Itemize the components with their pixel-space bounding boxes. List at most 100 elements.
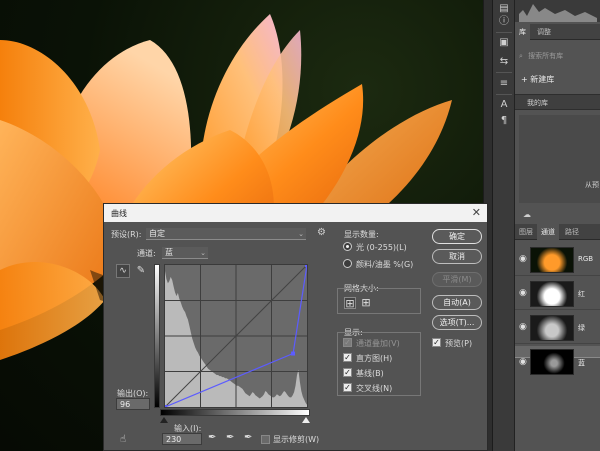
curve-graph[interactable] xyxy=(163,263,309,409)
channel-thumbnail xyxy=(530,281,574,307)
divider xyxy=(496,72,512,73)
preview-checkbox[interactable]: ✓ xyxy=(432,338,441,347)
eye-icon[interactable]: ◉ xyxy=(519,288,527,298)
tab-adjustments[interactable]: 调整 xyxy=(533,24,555,40)
channel-thumbnail xyxy=(530,247,574,273)
eyedropper-white-icon[interactable]: ✒ xyxy=(244,432,252,443)
info-icon[interactable]: ⓘ xyxy=(497,15,511,29)
plus-icon: + xyxy=(521,75,528,84)
baseline-checkbox[interactable]: ✓ xyxy=(343,368,352,377)
input-field[interactable]: 230 xyxy=(162,433,202,445)
properties-icon[interactable]: ≡ xyxy=(497,77,511,91)
channels-tabs: 图层 通道 路径 xyxy=(515,224,600,240)
pigment-radio[interactable] xyxy=(343,259,352,268)
curve-canvas[interactable] xyxy=(163,263,309,409)
grid-detailed-icon[interactable]: ⊞ xyxy=(360,297,372,309)
histogram-checkbox[interactable]: ✓ xyxy=(343,353,352,362)
input-value: 230 xyxy=(166,435,182,444)
library-hint-text: 从预 xyxy=(585,181,599,189)
adjustments-icon[interactable]: ⇆ xyxy=(497,55,511,69)
show-clipping-label: 显示修剪(W) xyxy=(273,435,320,444)
output-field[interactable]: 96 xyxy=(116,398,150,410)
histogram-label: 直方图(H) xyxy=(356,354,393,363)
brush-settings-icon[interactable]: ▣ xyxy=(497,36,511,50)
tab-library[interactable]: 库 xyxy=(515,24,530,40)
preset-select[interactable]: 自定 ⌄ xyxy=(146,228,306,240)
gear-icon[interactable]: ⚙ xyxy=(317,227,326,238)
dialog-title: 曲线 xyxy=(111,209,127,218)
new-library-label: 新建库 xyxy=(530,75,555,84)
pencil-icon[interactable]: ✎ xyxy=(134,264,148,278)
channel-row-green[interactable]: ◉ 绿 xyxy=(515,312,600,344)
preset-label: 预设(R): xyxy=(111,230,142,239)
channel-overlay-checkbox[interactable]: ✓ xyxy=(343,338,352,347)
channel-select[interactable]: 蓝 ⌄ xyxy=(162,247,208,259)
divider xyxy=(496,94,512,95)
search-input[interactable]: 搜索所有库 xyxy=(528,52,563,60)
channel-row-red[interactable]: ◉ 红 xyxy=(515,278,600,310)
channel-name: 蓝 xyxy=(578,359,585,367)
light-option-label: 光 (0-255)(L) xyxy=(356,243,407,252)
character-icon[interactable]: A xyxy=(497,98,511,112)
my-library-label: 我的库 xyxy=(527,99,548,107)
targeted-adjustment-icon[interactable]: ☝ xyxy=(116,433,130,447)
preview-label: 预览(P) xyxy=(445,339,473,348)
smooth-button[interactable]: 平滑(M) xyxy=(432,272,482,287)
cancel-button[interactable]: 取消 xyxy=(432,249,482,264)
chevron-down-icon: ⌄ xyxy=(200,249,206,257)
eye-icon[interactable]: ◉ xyxy=(519,356,527,368)
right-panels: 库 调整 ⌕ 搜索所有库 + 新建库 我的库 从预 ☁ 图层 通道 路径 ◉ R… xyxy=(515,0,600,451)
black-point-slider[interactable] xyxy=(160,417,168,423)
channel-label: 通道: xyxy=(137,249,156,258)
pigment-option-label: 颜料/油墨 %(G) xyxy=(356,260,414,269)
paragraph-icon[interactable]: ¶ xyxy=(497,114,511,128)
output-value: 96 xyxy=(120,400,131,409)
dialog-titlebar[interactable]: 曲线 ✕ xyxy=(104,204,487,222)
eye-icon[interactable]: ◉ xyxy=(519,322,527,332)
close-icon[interactable]: ✕ xyxy=(472,206,481,219)
show-clipping-checkbox[interactable] xyxy=(261,435,270,444)
auto-button[interactable]: 自动(A) xyxy=(432,295,482,310)
mini-histogram xyxy=(519,4,597,22)
chevron-down-icon: ⌄ xyxy=(298,230,304,238)
new-library-button[interactable]: + 新建库 xyxy=(521,74,554,85)
channel-overlay-label: 通道叠加(V) xyxy=(356,339,400,348)
channel-name: 红 xyxy=(578,290,585,298)
eye-icon[interactable]: ◉ xyxy=(519,254,527,264)
output-gradient-bar xyxy=(154,264,160,408)
curve-point-tool-icon[interactable]: ∿ xyxy=(116,264,130,278)
panel-icon-column: ▤ ⓘ ▣ ⇆ ≡ A ¶ xyxy=(493,0,515,451)
baseline-label: 基线(B) xyxy=(356,369,384,378)
search-icon: ⌕ xyxy=(519,52,523,60)
options-button[interactable]: 选项(T)... xyxy=(432,315,482,330)
intersection-checkbox[interactable]: ✓ xyxy=(343,383,352,392)
show-amount-label: 显示数量: xyxy=(344,230,379,239)
preset-value: 自定 xyxy=(149,229,165,238)
channel-name: RGB xyxy=(578,255,594,263)
channel-value: 蓝 xyxy=(165,248,173,257)
curve-point xyxy=(163,405,167,409)
tab-channels[interactable]: 通道 xyxy=(537,224,559,240)
light-radio[interactable] xyxy=(343,242,352,251)
eyedropper-gray-icon[interactable]: ✒ xyxy=(226,432,234,443)
cloud-icon: ☁ xyxy=(523,210,531,219)
curve-point xyxy=(291,351,296,356)
channel-thumbnail xyxy=(530,349,574,375)
curve-point xyxy=(305,263,309,267)
white-point-slider[interactable] xyxy=(302,417,310,423)
library-search[interactable]: ⌕ 搜索所有库 xyxy=(519,49,597,63)
channel-row-rgb[interactable]: ◉ RGB xyxy=(515,244,600,276)
channel-row-blue[interactable]: ◉ 蓝 xyxy=(515,346,600,375)
curves-dialog: 曲线 ✕ 预设(R): 自定 ⌄ ⚙ 通道: 蓝 ⌄ ∿ ✎ 输出(O): 96… xyxy=(103,203,488,451)
intersection-label: 交叉线(N) xyxy=(356,384,393,393)
channel-name: 绿 xyxy=(578,324,585,332)
tab-paths[interactable]: 路径 xyxy=(561,224,583,240)
library-selector[interactable]: 我的库 xyxy=(515,94,600,110)
eyedropper-black-icon[interactable]: ✒ xyxy=(208,432,216,443)
ok-button[interactable]: 确定 xyxy=(432,229,482,244)
tab-layers[interactable]: 图层 xyxy=(515,224,537,240)
library-tabs: 库 调整 xyxy=(515,24,600,40)
divider xyxy=(496,32,512,33)
history-icon[interactable]: ▤ xyxy=(497,2,511,16)
grid-simple-icon[interactable]: ⊞ xyxy=(344,297,356,310)
